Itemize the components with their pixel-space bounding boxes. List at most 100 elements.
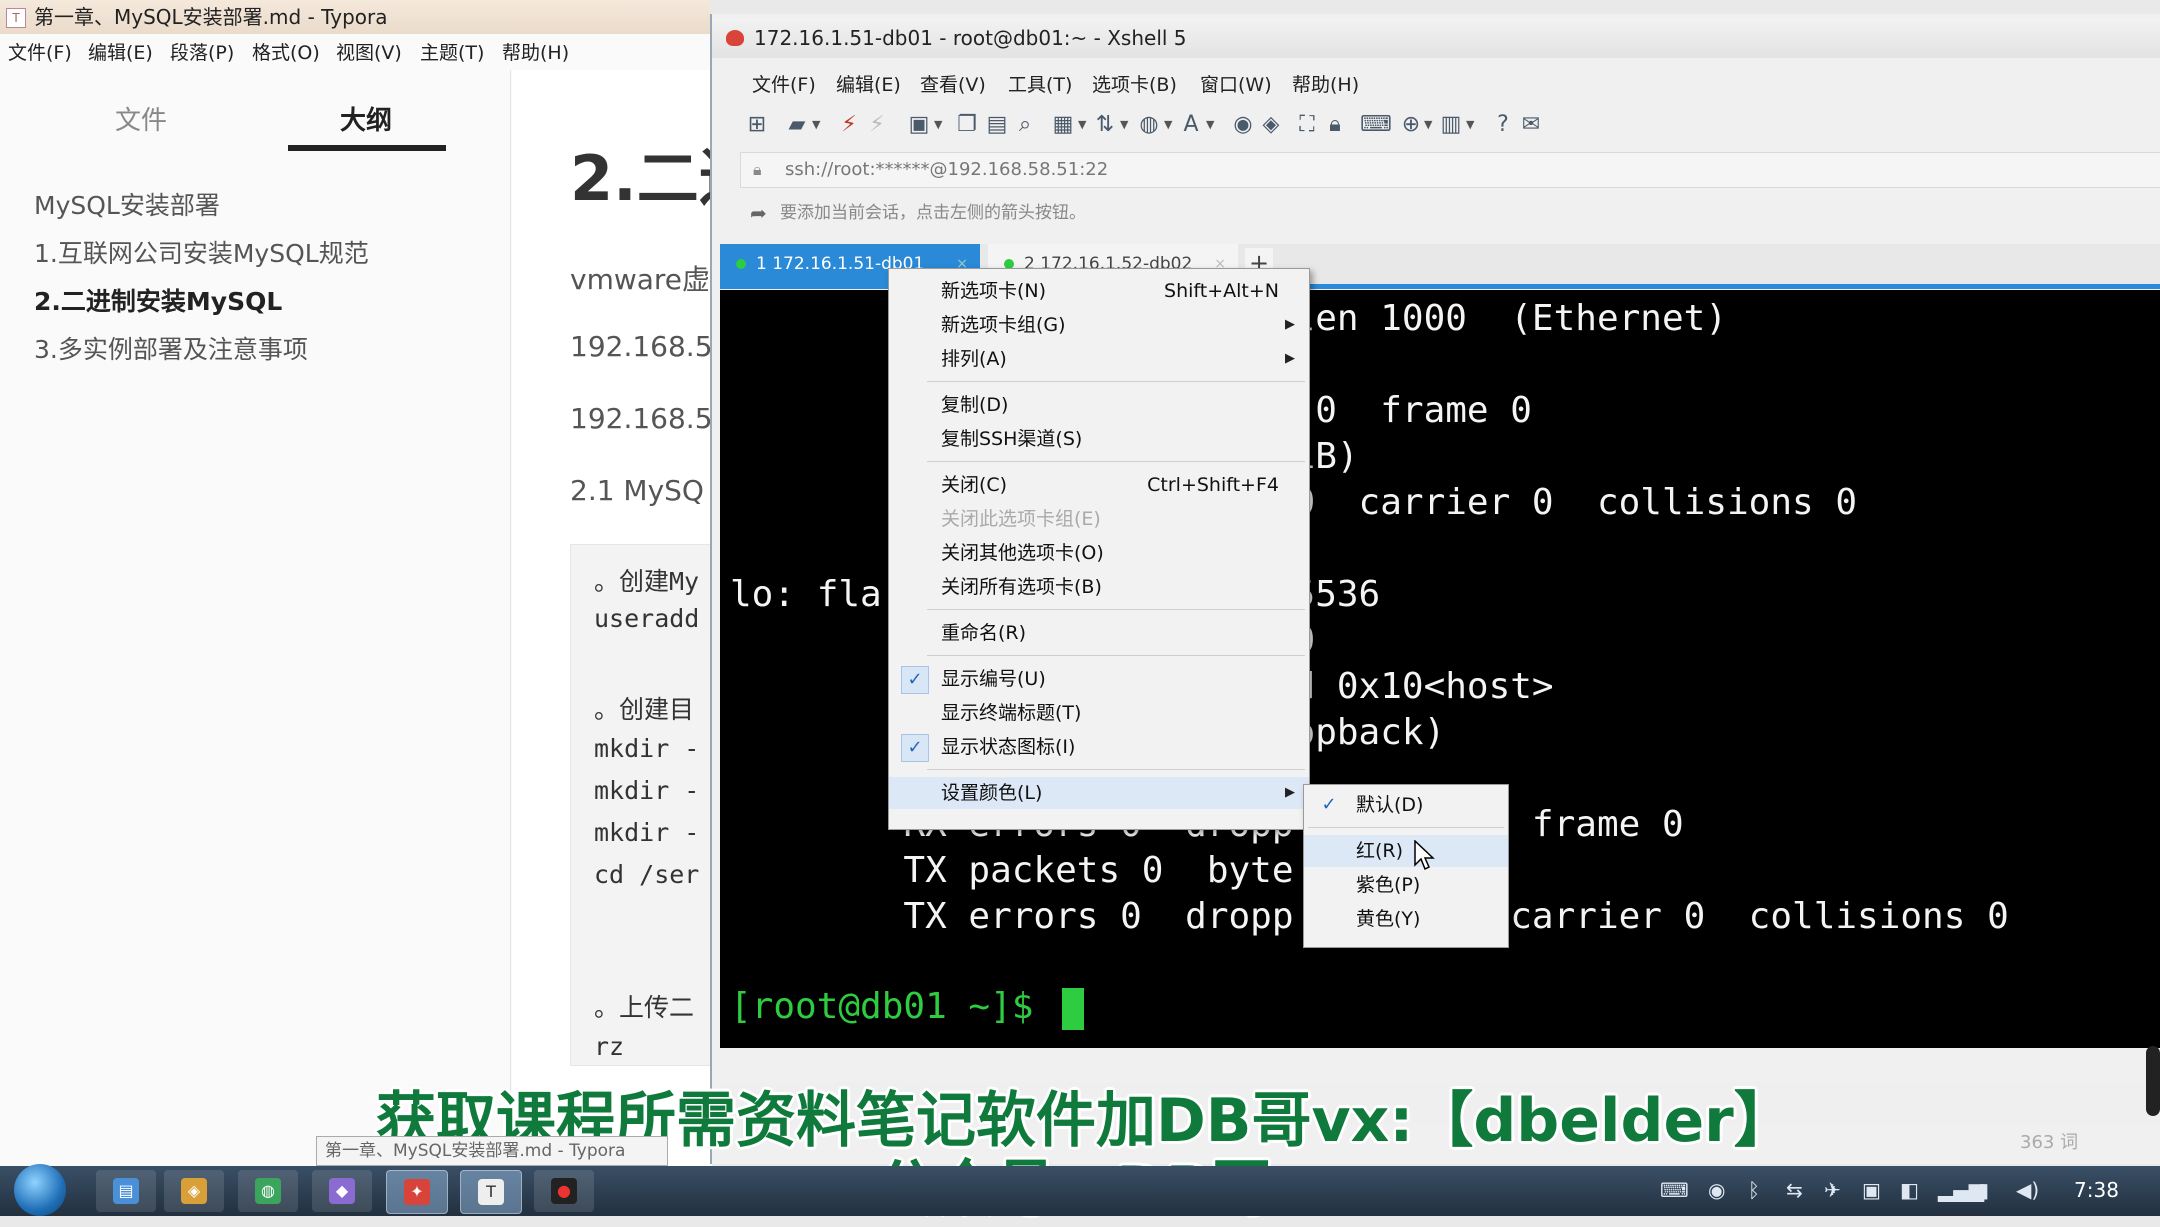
transfer-icon[interactable]: ⇅ [1092,112,1118,138]
keyboard-icon[interactable]: ⌨ [1360,112,1392,138]
taskbar-typora[interactable]: T [460,1170,522,1214]
xshell-menu-file[interactable]: 文件(F) [752,70,816,97]
find-icon[interactable]: ⌕ [1012,112,1038,138]
script-icon[interactable]: ◉ [1230,112,1256,138]
menu-item-show-number[interactable]: ✓ 显示编号(U) [889,663,1309,695]
globe-icon[interactable]: ◍ [1136,112,1162,138]
menu-item-duplicate-ssh-channel[interactable]: 复制SSH渠道(S) [889,423,1309,455]
xshell-menu-view[interactable]: 查看(V) [920,70,986,97]
copy-icon[interactable]: ❐ [954,112,980,138]
menu-item-show-status-icon[interactable]: ✓ 显示状态图标(I) [889,731,1309,763]
tray-app-icon[interactable]: ▣ [1862,1178,1881,1202]
taskbar-chrome[interactable]: ◍ [238,1170,298,1212]
xshell-menu-tabs[interactable]: 选项卡(B) [1092,70,1177,97]
tab-context-menu: 新选项卡(N) Shift+Alt+N 新选项卡组(G) ▶ 排列(A) ▶ 复… [888,268,1310,830]
code-line: useradd [594,604,700,633]
scrollbar-thumb[interactable] [2146,1046,2160,1116]
comment-icon[interactable]: ✉ [1518,112,1544,138]
volume-icon[interactable]: ◀) [2016,1178,2039,1202]
chevron-down-icon[interactable]: ▼ [1466,118,1474,131]
paste-icon[interactable]: ▤ [984,112,1010,138]
menu-item-arrange[interactable]: 排列(A) ▶ [889,343,1309,375]
bluetooth-icon[interactable]: ᛒ [1748,1178,1760,1202]
chevron-down-icon[interactable]: ▼ [1120,118,1128,131]
menu-item-close-all-tabs[interactable]: 关闭所有选项卡(B) [889,571,1309,603]
layout-icon[interactable]: ▥ [1438,112,1464,138]
taskbar-window-preview[interactable]: 第一章、MySQL安装部署.md - Typora [316,1136,668,1166]
add-icon[interactable]: ⊕ [1398,112,1424,138]
help-icon[interactable]: ? [1490,112,1516,138]
menu-item-duplicate[interactable]: 复制(D) [889,389,1309,421]
xshell-menu-help[interactable]: 帮助(H) [1292,70,1359,97]
xshell-menu-edit[interactable]: 编辑(E) [836,70,901,97]
open-folder-icon[interactable]: ▰ [784,112,810,138]
taskbar-xshell[interactable]: ✦ [386,1170,448,1214]
checkmark-icon: ✓ [901,666,929,694]
clock[interactable]: 7:38 [2074,1178,2119,1202]
typora-menu-file[interactable]: 文件(F) [8,38,72,65]
network-app-icon[interactable]: ◉ [1708,1178,1725,1202]
typora-menu-view[interactable]: 视图(V) [336,38,402,65]
color-yellow[interactable]: 黄色(Y) [1304,903,1508,935]
typora-menu-format[interactable]: 格式(O) [252,38,320,65]
add-session-arrow-icon[interactable]: ➦ [750,196,767,230]
keyboard-icon[interactable]: ⌨ [1660,1178,1689,1202]
xshell-menu-window[interactable]: 窗口(W) [1200,70,1272,97]
menu-item-show-terminal-title[interactable]: 显示终端标题(T) [889,697,1309,729]
terminal-cursor [1062,988,1084,1030]
color-purple[interactable]: 紫色(P) [1304,869,1508,901]
chevron-down-icon[interactable]: ▼ [812,118,820,131]
taskbar-recorder[interactable]: ● [534,1170,594,1212]
xshell-title-bar[interactable]: 172.16.1.51-db01 - root@db01:~ - Xshell … [712,18,2160,58]
fullscreen-icon[interactable]: ⛶ [1294,112,1320,138]
macro-icon[interactable]: ◈ [1258,112,1284,138]
color-default[interactable]: ✓ 默认(D) [1304,789,1508,821]
taskbar-app[interactable]: ◈ [164,1170,224,1212]
print-icon[interactable]: ▦ [1050,112,1076,138]
xshell-menu-tools[interactable]: 工具(T) [1008,70,1072,97]
folder-icon: ▤ [113,1178,139,1204]
menu-item-close-other-tabs[interactable]: 关闭其他选项卡(O) [889,537,1309,569]
lock-icon[interactable]: 🔒︎ [1322,112,1348,138]
menu-item-label: 设置颜色(L) [941,782,1043,804]
battery-icon[interactable]: ▮ [1978,1178,1989,1202]
taskbar-preview-label: 第一章、MySQL安装部署.md - Typora [325,1141,626,1161]
sidebar-tab-outline[interactable]: 大纲 [340,100,392,137]
menu-item-new-tab-group[interactable]: 新选项卡组(G) ▶ [889,309,1309,341]
chevron-down-icon[interactable]: ▼ [1078,118,1086,131]
reconnect-icon[interactable]: ⚡ [836,112,862,138]
menu-separator [927,381,1305,382]
outline-item-internet-spec[interactable]: 1.互联网公司安装MySQL规范 [34,234,369,270]
color-red[interactable]: 红(R) [1304,835,1508,867]
typora-menu-help[interactable]: 帮助(H) [502,38,569,65]
typora-menu-theme[interactable]: 主题(T) [420,38,484,65]
outline-item-binary-install[interactable]: 2.二进制安装MySQL [34,282,282,318]
taskbar-app2[interactable]: ◆ [312,1170,372,1212]
sync-icon[interactable]: ⇆ [1786,1178,1803,1202]
tray-app-icon[interactable]: ◧ [1900,1178,1919,1202]
menu-item-set-color[interactable]: 设置颜色(L) ▶ [889,777,1309,809]
chevron-down-icon[interactable]: ▼ [1424,118,1432,131]
tray-app-icon[interactable]: ✈ [1824,1178,1841,1202]
code-line: mkdir - [594,818,700,847]
new-session-icon[interactable]: ⊞ [744,112,770,138]
chevron-down-icon[interactable]: ▼ [1206,118,1214,131]
typora-menu-paragraph[interactable]: 段落(P) [170,38,234,65]
typora-menu-edit[interactable]: 编辑(E) [88,38,153,65]
typora-title-bar[interactable]: T 第一章、MySQL安装部署.md - Typora [0,0,710,34]
properties-icon[interactable]: ▣ [906,112,932,138]
font-icon[interactable]: A [1178,112,1204,138]
taskbar-explorer[interactable]: ▤ [96,1170,156,1212]
start-button[interactable] [14,1164,66,1216]
menu-item-new-tab[interactable]: 新选项卡(N) Shift+Alt+N [889,275,1309,307]
menu-item-rename[interactable]: 重命名(R) [889,617,1309,649]
session-hint-text: 要添加当前会话，点击左侧的箭头按钮。 [780,203,1086,223]
sidebar-tab-files[interactable]: 文件 [115,100,167,137]
menu-item-close[interactable]: 关闭(C) Ctrl+Shift+F4 [889,469,1309,501]
outline-item-mysql-install[interactable]: MySQL安装部署 [34,186,220,222]
chevron-down-icon[interactable]: ▼ [1164,118,1172,131]
address-bar[interactable]: 🔒︎ ssh://root:******@192.168.58.51:22 [740,152,2160,188]
chevron-down-icon[interactable]: ▼ [934,118,942,131]
typora-app-icon: T [6,8,26,28]
outline-item-multi-instance[interactable]: 3.多实例部署及注意事项 [34,330,308,366]
